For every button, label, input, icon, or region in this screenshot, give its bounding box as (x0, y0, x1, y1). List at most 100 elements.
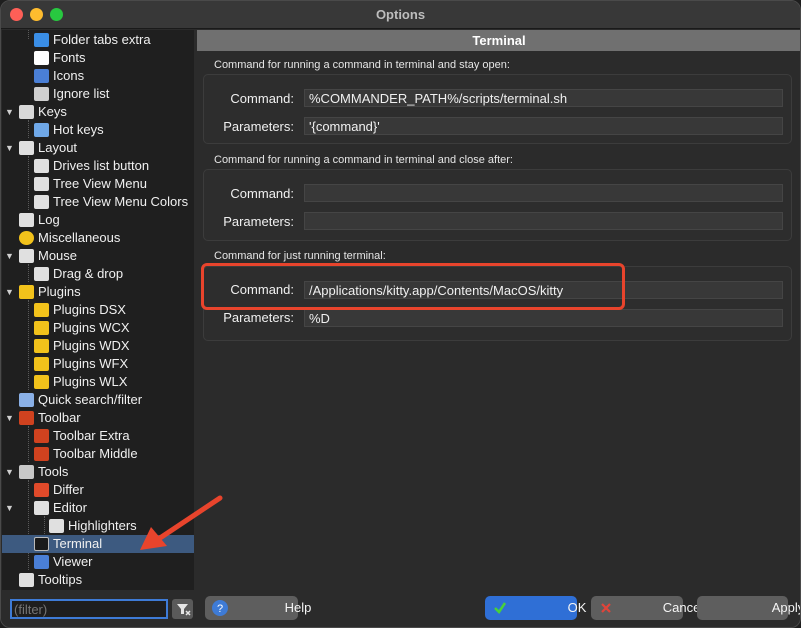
sidebar-item-label: Editor (53, 500, 87, 515)
folder-tabs-icon (34, 33, 49, 47)
sidebar-item-plugins-dsx[interactable]: Plugins DSX (2, 301, 194, 319)
sidebar-item-label: Tooltips (38, 572, 83, 587)
sidebar-item-label: Plugins WDX (53, 338, 130, 353)
sidebar-item-label: Tree View Menu Colors (53, 194, 189, 209)
keys-icon (19, 105, 34, 119)
miscellaneous-icon (19, 231, 34, 245)
sidebar-item-ignore-list[interactable]: Ignore list (2, 85, 194, 103)
filter-input[interactable] (10, 599, 168, 619)
options-tree[interactable]: Folder tabs extra Fonts Icons Ignore list ▼ K… (2, 30, 194, 590)
sidebar-item-plugins-wcx[interactable]: Plugins WCX (2, 319, 194, 337)
expand-toggle-icon[interactable]: ▼ (5, 283, 15, 301)
sidebar-item-keys[interactable]: ▼ Keys (2, 103, 194, 121)
sidebar-item-label: Hot keys (53, 122, 104, 137)
sidebar-item-tree-view-menu[interactable]: Tree View Menu (2, 175, 194, 193)
apply-button[interactable]: Apply (697, 596, 800, 620)
sidebar-item-viewer[interactable]: Viewer (2, 553, 194, 571)
sidebar-item-mouse[interactable]: ▼ Mouse (2, 247, 194, 265)
sidebar-item-editor[interactable]: ▼ Editor (2, 499, 194, 517)
stay-open-command-input[interactable] (304, 89, 783, 107)
plugin-icon (34, 303, 49, 317)
sidebar-item-plugins-wlx[interactable]: Plugins WLX (2, 373, 194, 391)
sidebar-item-toolbar-middle[interactable]: Toolbar Middle (2, 445, 194, 463)
sidebar-item-label: Keys (38, 104, 67, 119)
tree-view-menu-icon (34, 177, 49, 191)
toolbar-icon (34, 447, 49, 461)
highlighters-icon (49, 519, 64, 533)
sidebar-item-highlighters[interactable]: Highlighters (2, 517, 194, 535)
ignore-list-icon (34, 87, 49, 101)
plugin-icon (34, 357, 49, 371)
command-label: Command: (230, 282, 294, 297)
sidebar-item-toolbar[interactable]: ▼ Toolbar (2, 409, 194, 427)
toolbar-icon (34, 429, 49, 443)
sidebar-item-label: Layout (38, 140, 78, 155)
sidebar-item-label: Viewer (53, 554, 93, 569)
sidebar-item-label: Log (38, 212, 60, 227)
checkmark-icon (492, 600, 508, 616)
sidebar-item-drives-list-button[interactable]: Drives list button (2, 157, 194, 175)
sidebar-item-tree-view-menu-colors[interactable]: Tree View Menu Colors (2, 193, 194, 211)
expand-toggle-icon[interactable]: ▼ (5, 409, 15, 427)
drives-list-icon (34, 159, 49, 173)
sidebar-item-icons[interactable]: Icons (2, 67, 194, 85)
sidebar-item-label: Terminal (53, 536, 103, 551)
sidebar-item-hot-keys[interactable]: Hot keys (2, 121, 194, 139)
parameters-label: Parameters: (223, 119, 294, 134)
sidebar-item-plugins-wfx[interactable]: Plugins WFX (2, 355, 194, 373)
stay-open-parameters-input[interactable] (304, 117, 783, 135)
command-label: Command: (230, 91, 294, 106)
sidebar-item-label: Toolbar (38, 410, 81, 425)
sidebar-item-label: Miscellaneous (38, 230, 121, 245)
sidebar-item-layout[interactable]: ▼ Layout (2, 139, 194, 157)
group-title-close-after: Command for running a command in termina… (214, 154, 513, 166)
sidebar-item-fonts[interactable]: Fonts (2, 49, 194, 67)
expand-toggle-icon[interactable]: ▼ (5, 499, 15, 517)
sidebar-item-tools[interactable]: ▼ Tools (2, 463, 194, 481)
expand-toggle-icon[interactable]: ▼ (5, 247, 15, 265)
drag-drop-icon (34, 267, 49, 281)
command-label: Command: (230, 186, 294, 201)
sidebar-item-drag-drop[interactable]: Drag & drop (2, 265, 194, 283)
sidebar-item-terminal[interactable]: Terminal (2, 535, 194, 553)
just-running-parameters-input[interactable] (304, 309, 783, 327)
sidebar-item-label: Plugins (38, 284, 81, 299)
just-running-command-input[interactable] (304, 281, 783, 299)
sidebar-item-miscellaneous[interactable]: Miscellaneous (2, 229, 194, 247)
sidebar-item-label: Fonts (53, 50, 86, 65)
sidebar-item-label: Quick search/filter (38, 392, 143, 407)
plugin-icon (34, 339, 49, 353)
sidebar-item-label: Plugins WCX (53, 320, 130, 335)
sidebar-item-label: Drives list button (53, 158, 150, 173)
sidebar-item-plugins-wdx[interactable]: Plugins WDX (2, 337, 194, 355)
help-button[interactable]: ? Help (205, 596, 311, 620)
log-icon (19, 213, 34, 227)
sidebar-item-folder-tabs-extra[interactable]: Folder tabs extra (2, 31, 194, 49)
sidebar-item-label: Icons (53, 68, 85, 83)
expand-toggle-icon[interactable]: ▼ (5, 463, 15, 481)
sidebar-item-log[interactable]: Log (2, 211, 194, 229)
differ-icon (34, 483, 49, 497)
parameters-label: Parameters: (223, 214, 294, 229)
sidebar-item-tooltips[interactable]: Tooltips (2, 571, 194, 589)
close-after-command-input[interactable] (304, 184, 783, 202)
sidebar-item-toolbar-extra[interactable]: Toolbar Extra (2, 427, 194, 445)
sidebar-item-differ[interactable]: Differ (2, 481, 194, 499)
filter-options-button[interactable] (172, 599, 193, 619)
cancel-button[interactable]: Cancel (591, 596, 703, 620)
expand-toggle-icon[interactable]: ▼ (5, 103, 15, 121)
hot-keys-icon (34, 123, 49, 137)
terminal-icon (34, 537, 49, 551)
expand-toggle-icon[interactable]: ▼ (5, 139, 15, 157)
close-after-parameters-input[interactable] (304, 212, 783, 230)
terminal-settings-panel: Terminal Command for running a command i… (197, 30, 800, 590)
ok-button[interactable]: OK (485, 596, 586, 620)
sidebar-item-label: Highlighters (68, 518, 137, 533)
options-window: Options Folder tabs extra Fonts Icons Ignor… (0, 0, 801, 628)
window-title: Options (375, 7, 426, 22)
sidebar-item-quick-search-filter[interactable]: Quick search/filter (2, 391, 194, 409)
sidebar-item-label: Tools (38, 464, 69, 479)
svg-text:?: ? (217, 603, 223, 615)
sidebar-item-plugins[interactable]: ▼ Plugins (2, 283, 194, 301)
tools-icon (19, 465, 34, 479)
